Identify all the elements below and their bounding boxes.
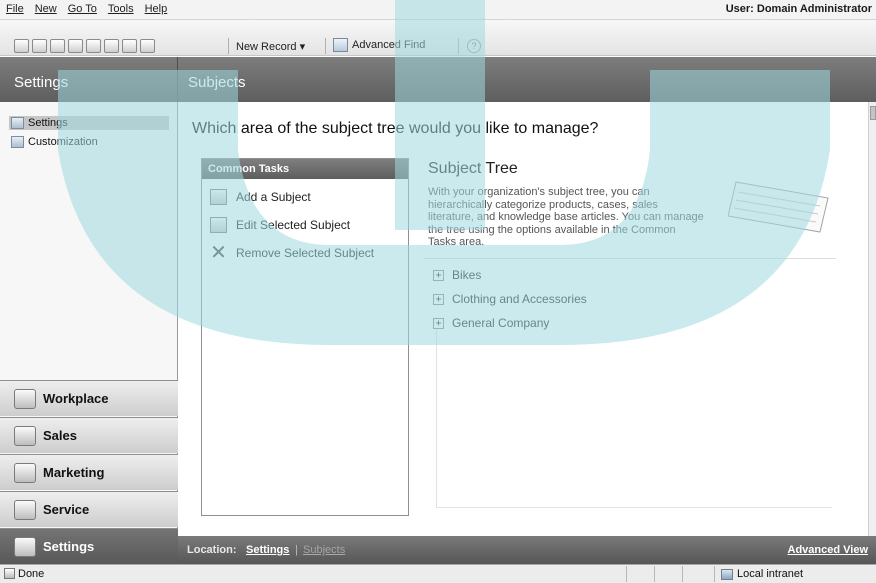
user-label: User: Domain Administrator — [725, 3, 872, 15]
add-subject-icon — [210, 189, 227, 205]
nav-item-customization[interactable]: Customization — [11, 135, 98, 149]
advanced-find-button[interactable]: Advanced Find — [333, 38, 425, 52]
service-icon — [14, 499, 36, 520]
edit-subject-link[interactable]: Edit Selected Subject — [210, 217, 350, 233]
subject-tree-description: With your organization's subject tree, y… — [428, 186, 704, 248]
header-divider — [177, 57, 178, 102]
edit-subject-icon — [210, 217, 227, 233]
tree-node-label: Clothing and Accessories — [452, 292, 587, 306]
refresh-icon[interactable] — [32, 39, 47, 53]
wunderbar-label: Marketing — [43, 465, 105, 480]
menu-new[interactable]: New — [35, 3, 57, 15]
wunderbar-sales[interactable]: Sales — [0, 417, 178, 453]
nav-item-settings[interactable]: Settings — [9, 116, 169, 130]
intranet-icon — [721, 568, 733, 580]
toolbar: New Record ▾ Advanced Find ? — [0, 20, 876, 56]
new-icon[interactable] — [14, 39, 29, 53]
page-icon — [4, 568, 15, 579]
wunderbar-label: Sales — [43, 428, 77, 443]
remove-x-icon: ✕ — [210, 242, 227, 264]
add-subject-link[interactable]: Add a Subject — [210, 189, 311, 205]
status-text: Done — [18, 568, 45, 580]
expand-icon[interactable]: + — [433, 317, 444, 329]
tree-node-label: Bikes — [452, 268, 482, 282]
menu-file[interactable]: File — [6, 3, 24, 15]
status-panes — [626, 566, 710, 582]
document-icon[interactable] — [86, 39, 101, 53]
advanced-find-icon — [333, 38, 348, 52]
nav-item-label: Customization — [28, 136, 98, 148]
task-label: Edit Selected Subject — [236, 218, 351, 232]
nav-item-label: Settings — [28, 117, 68, 129]
tree-node-bikes[interactable]: + Bikes — [433, 268, 481, 282]
toolbar-icons — [14, 39, 155, 53]
expand-icon[interactable]: + — [433, 293, 444, 305]
menu-help[interactable]: Help — [145, 3, 168, 15]
location-bar: Location: Settings | Subjects Advanced V… — [178, 536, 876, 564]
subject-tree-title: Subject Tree — [428, 160, 518, 177]
advanced-view-link[interactable]: Advanced View — [788, 544, 869, 556]
wunderbar-service[interactable]: Service — [0, 491, 178, 527]
menu-tools[interactable]: Tools — [108, 3, 134, 15]
mail-icon[interactable] — [68, 39, 83, 53]
navigation-pane: Settings Customization Workplace Sales M… — [0, 102, 178, 564]
tree-node-clothing[interactable]: + Clothing and Accessories — [433, 292, 587, 306]
subject-tree-panel: Subject Tree With your organization's su… — [424, 158, 838, 516]
location-subjects-link[interactable]: Subjects — [303, 544, 345, 556]
wunderbar-label: Service — [43, 502, 90, 517]
expand-icon[interactable]: + — [433, 269, 444, 281]
status-pane — [626, 566, 654, 582]
help-icon[interactable]: ? — [467, 39, 481, 53]
toolbar-separator — [228, 38, 229, 54]
new-record-button[interactable]: New Record ▾ — [236, 40, 305, 53]
tree-node-general-company[interactable]: + General Company — [433, 316, 549, 330]
menu-bar: File New Go To Tools Help User: Domain A… — [0, 0, 876, 20]
remove-subject-link[interactable]: ✕ Remove Selected Subject — [210, 242, 375, 264]
scrollbar-thumb[interactable] — [870, 106, 876, 120]
settings-icon — [11, 117, 24, 129]
status-pane — [654, 566, 682, 582]
wunderbar-label: Workplace — [43, 391, 109, 406]
header-bar: Settings Subjects — [0, 57, 876, 102]
calendar-icon[interactable] — [122, 39, 137, 53]
workplace-icon — [14, 388, 36, 409]
menu: File New Go To Tools Help — [6, 3, 167, 15]
subject-tree-view[interactable] — [436, 318, 832, 508]
security-zone: Local intranet — [714, 566, 803, 582]
location-separator: | — [295, 544, 298, 556]
subject-tree-divider — [424, 258, 836, 259]
customization-icon — [11, 136, 24, 148]
page-title: Subjects — [188, 74, 246, 91]
toolbar-separator — [325, 38, 326, 54]
page-question: Which area of the subject tree would you… — [192, 120, 599, 137]
advanced-find-label: Advanced Find — [352, 39, 426, 51]
zone-label: Local intranet — [737, 568, 804, 580]
task-label: Remove Selected Subject — [236, 246, 375, 260]
user-icon[interactable] — [140, 39, 155, 53]
nav-pane-title: Settings — [14, 74, 69, 91]
toolbar-separator — [458, 38, 459, 54]
wunderbar-marketing[interactable]: Marketing — [0, 454, 178, 490]
main-content: Which area of the subject tree would you… — [178, 102, 868, 536]
subject-tree-illustration — [728, 181, 829, 233]
status-pane — [682, 566, 710, 582]
menu-go-to[interactable]: Go To — [68, 3, 97, 15]
tree-node-label: General Company — [452, 316, 550, 330]
wunderbar-settings[interactable]: Settings — [0, 528, 178, 564]
sales-icon — [14, 425, 36, 446]
location-label: Location: — [187, 544, 237, 556]
task-label: Add a Subject — [236, 190, 311, 204]
common-tasks-title: Common Tasks — [202, 159, 408, 179]
report-icon[interactable] — [104, 39, 119, 53]
status-bar: Done Local intranet — [0, 564, 876, 583]
wunderbar-label: Settings — [43, 539, 95, 554]
marketing-icon — [14, 462, 36, 483]
common-tasks-panel: Common Tasks Add a Subject Edit Selected… — [201, 158, 409, 516]
wunderbar-workplace[interactable]: Workplace — [0, 380, 178, 416]
location-settings-link[interactable]: Settings — [246, 544, 289, 556]
settings-icon — [14, 536, 36, 557]
vertical-scrollbar[interactable] — [868, 102, 876, 536]
back-icon[interactable] — [50, 39, 65, 53]
